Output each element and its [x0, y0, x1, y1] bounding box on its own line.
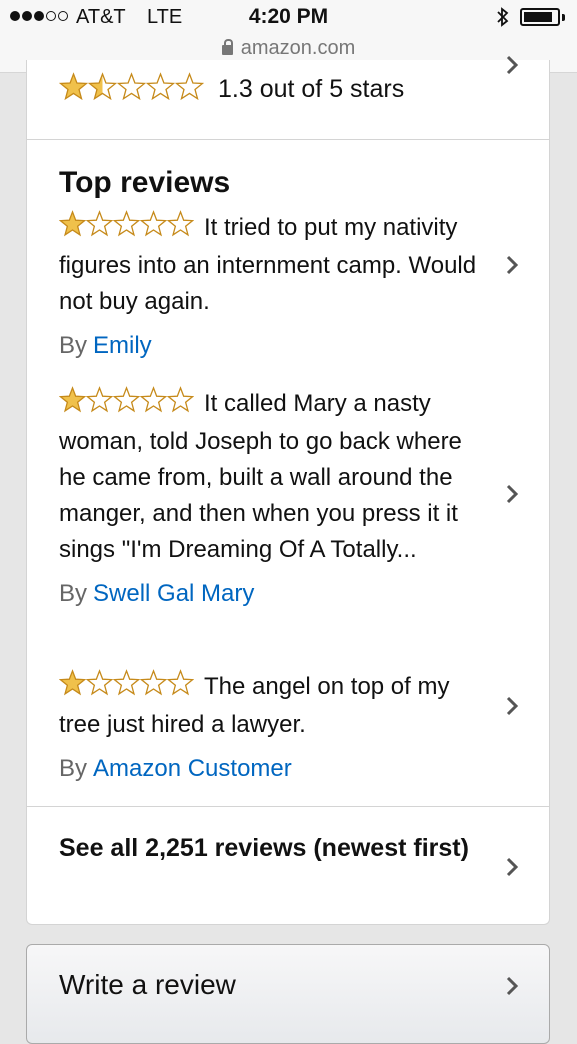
- section-heading: Top reviews: [59, 166, 231, 199]
- star-icon: [166, 669, 195, 696]
- review-stars-icon: [58, 386, 195, 424]
- review-author-link[interactable]: Swell Gal Mary: [93, 580, 254, 607]
- chevron-right-icon: [505, 856, 519, 878]
- review-author-link[interactable]: Amazon Customer: [93, 755, 292, 782]
- review-stars-icon: [58, 669, 195, 707]
- url-text: amazon.com: [240, 37, 356, 59]
- bluetooth-icon: [496, 6, 510, 34]
- review-stars-icon: [58, 210, 195, 248]
- review-byline: By Amazon Customer: [59, 755, 292, 782]
- review-item[interactable]: The angel on top of my tree just hired a…: [58, 669, 479, 787]
- status-time: 4:20 PM: [248, 5, 329, 28]
- review-item[interactable]: It called Mary a nasty woman, told Josep…: [58, 386, 479, 612]
- star-icon: [139, 669, 168, 696]
- star-icon: [87, 72, 118, 101]
- star-icon: [174, 72, 205, 101]
- rating-stars-icon: [58, 72, 205, 106]
- rating-summary-text: 1.3 out of 5 stars: [218, 74, 405, 103]
- chevron-right-icon: [505, 254, 519, 276]
- star-icon: [112, 210, 141, 237]
- review-byline: By Swell Gal Mary: [59, 580, 255, 607]
- star-icon: [58, 210, 87, 237]
- write-review-button[interactable]: Write a review: [26, 944, 550, 1044]
- chevron-right-icon: [505, 483, 519, 505]
- star-icon: [166, 386, 195, 413]
- star-icon: [139, 210, 168, 237]
- star-icon: [85, 669, 114, 696]
- rating-summary-card[interactable]: 1.3 out of 5 stars: [26, 55, 550, 140]
- star-icon: [116, 72, 147, 101]
- divider: [27, 806, 549, 807]
- star-icon: [85, 386, 114, 413]
- star-icon: [112, 386, 141, 413]
- address-bar[interactable]: amazon.com: [0, 37, 577, 60]
- chevron-right-icon: [505, 695, 519, 717]
- see-all-reviews-link[interactable]: See all 2,251 reviews (newest first): [59, 830, 479, 866]
- star-icon: [58, 386, 87, 413]
- chevron-right-icon: [505, 54, 519, 76]
- star-icon: [85, 210, 114, 237]
- review-byline: By Emily: [59, 332, 152, 359]
- lock-icon: [221, 39, 233, 55]
- star-icon: [166, 210, 195, 237]
- star-icon: [58, 72, 89, 101]
- top-reviews-card: Top reviews It tried to put my nativity …: [26, 140, 550, 925]
- review-item[interactable]: It tried to put my nativity figures into…: [58, 210, 479, 364]
- review-author-link[interactable]: Emily: [93, 332, 152, 359]
- write-review-label: Write a review: [59, 969, 236, 1000]
- star-icon: [112, 669, 141, 696]
- star-icon: [139, 386, 168, 413]
- star-icon: [58, 669, 87, 696]
- star-icon: [145, 72, 176, 101]
- chevron-right-icon: [505, 975, 519, 997]
- battery-icon: [520, 8, 565, 26]
